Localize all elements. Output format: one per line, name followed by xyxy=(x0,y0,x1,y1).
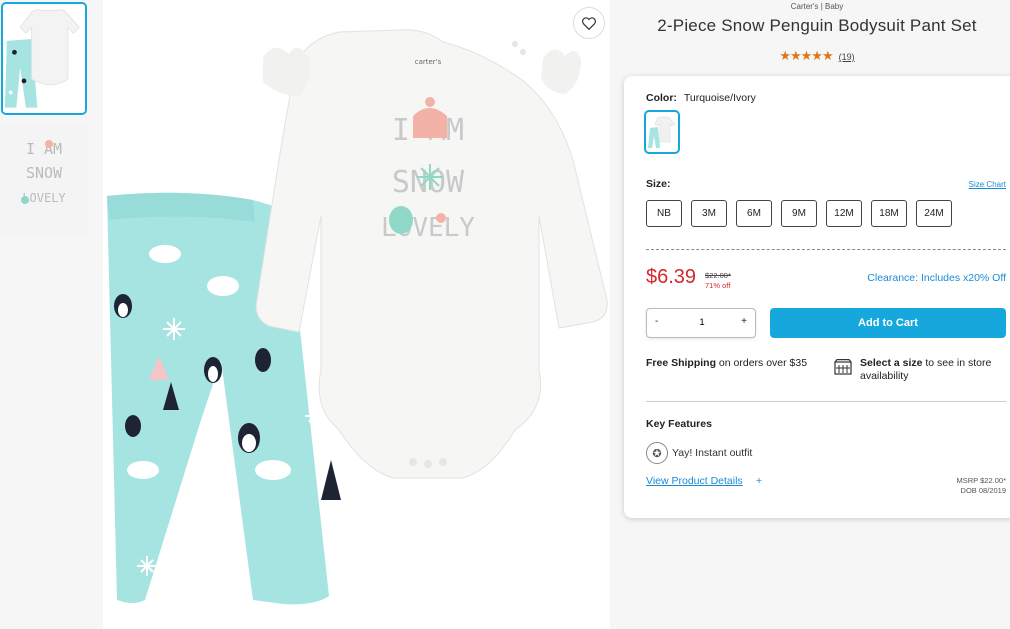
review-count-link[interactable]: (19) xyxy=(839,52,855,62)
quantity-input[interactable] xyxy=(687,317,717,328)
size-option-6m[interactable]: 6M xyxy=(736,200,772,227)
purchase-panel: Color: Turquoise/Ivory Size: Size Chart … xyxy=(624,76,1010,518)
svg-text:SNOW: SNOW xyxy=(392,165,465,200)
color-swatch-turquoise-ivory[interactable] xyxy=(644,110,680,154)
dob: DOB 08/2019 xyxy=(960,486,1006,495)
size-option-3m[interactable]: 3M xyxy=(691,200,727,227)
store-bold[interactable]: Select a size xyxy=(860,357,922,369)
size-options: NB 3M 6M 9M 12M 18M 24M xyxy=(646,200,952,227)
color-value: Turquoise/Ivory xyxy=(683,92,756,104)
star-rating-icon: ★★★★★ xyxy=(779,48,833,63)
star-badge-icon: ✪ xyxy=(646,442,668,464)
add-to-favorites-button[interactable] xyxy=(573,7,605,39)
color-label: Color: xyxy=(646,92,677,104)
discount-percent: 71% off xyxy=(705,281,731,290)
key-features-title: Key Features xyxy=(646,418,712,430)
msrp-info: MSRP $22.00* DOB 08/2019 xyxy=(957,476,1006,496)
svg-text:I AM: I AM xyxy=(26,140,62,158)
thumbnail-outfit-image xyxy=(3,4,85,113)
svg-text:carter's: carter's xyxy=(415,58,442,66)
decrease-quantity-button[interactable]: - xyxy=(655,316,658,327)
section-divider xyxy=(646,401,1006,402)
size-option-24m[interactable]: 24M xyxy=(916,200,952,227)
key-feature-item: Yay! Instant outfit xyxy=(672,447,753,459)
rating: ★★★★★ (19) xyxy=(624,48,1010,64)
brand-breadcrumb[interactable]: Carter's | Baby xyxy=(624,2,1010,11)
color-row: Color: Turquoise/Ivory xyxy=(646,92,756,104)
product-photo: carter's I AM SNOW LOVELY xyxy=(103,0,610,629)
size-option-nb[interactable]: NB xyxy=(646,200,682,227)
msrp: MSRP $22.00* xyxy=(956,476,1006,485)
swatch-image xyxy=(648,114,676,150)
increase-quantity-button[interactable]: + xyxy=(741,316,747,327)
shipping-info: Free Shipping on orders over $35 xyxy=(646,357,816,370)
expand-details-icon[interactable]: + xyxy=(756,475,762,487)
size-option-18m[interactable]: 18M xyxy=(871,200,907,227)
size-option-12m[interactable]: 12M xyxy=(826,200,862,227)
heart-icon xyxy=(582,16,596,30)
size-label: Size: xyxy=(646,178,671,190)
thumbnail-outfit[interactable] xyxy=(1,2,87,115)
dashed-divider xyxy=(646,249,1006,250)
add-to-cart-button[interactable]: Add to Cart xyxy=(770,308,1006,338)
view-product-details-link[interactable]: View Product Details xyxy=(646,475,743,487)
quantity-stepper: - + xyxy=(646,308,756,338)
thumbnail-graphic[interactable]: I AM SNOW LOVELY xyxy=(1,122,87,235)
sale-price: $6.39 xyxy=(646,266,697,288)
size-chart-link[interactable]: Size Chart xyxy=(969,180,1006,189)
thumbnail-graphic-image: I AM SNOW LOVELY xyxy=(1,122,87,235)
store-availability: Select a size to see in store availabili… xyxy=(860,357,1010,383)
clearance-note: Clearance: Includes x20% Off xyxy=(867,272,1006,284)
shipping-rest: on orders over $35 xyxy=(716,357,808,369)
main-product-image: carter's I AM SNOW LOVELY xyxy=(103,0,610,629)
store-icon xyxy=(834,359,852,375)
svg-text:LOVELY: LOVELY xyxy=(22,191,66,205)
svg-text:SNOW: SNOW xyxy=(26,164,63,182)
product-title: 2-Piece Snow Penguin Bodysuit Pant Set xyxy=(657,16,977,35)
product-page: I AM SNOW LOVELY carter's I SNOW LOVELY … xyxy=(0,0,1010,629)
shipping-bold: Free Shipping xyxy=(646,357,717,369)
size-option-9m[interactable]: 9M xyxy=(781,200,817,227)
original-price: $22.00* xyxy=(705,271,731,280)
